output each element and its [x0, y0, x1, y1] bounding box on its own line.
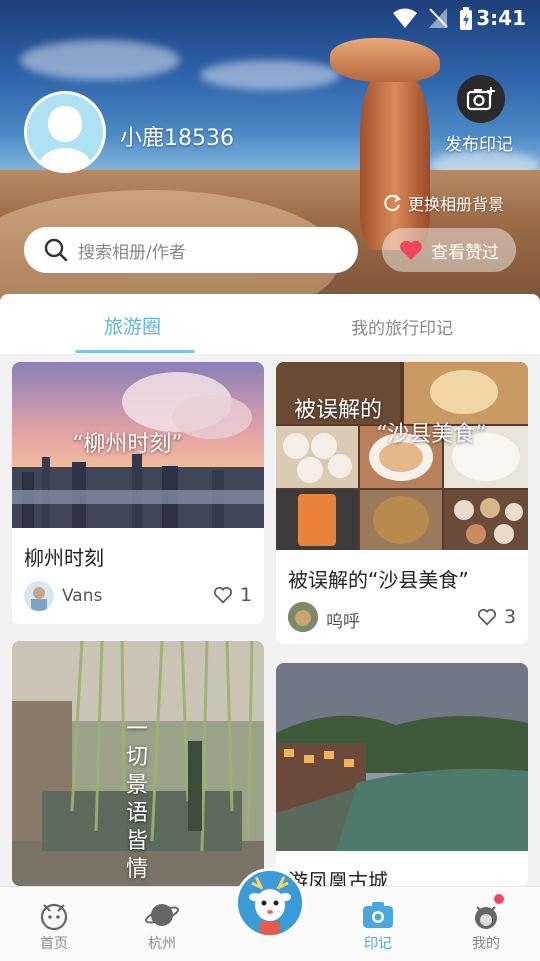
author-name[interactable]: 呜呼	[326, 607, 360, 632]
like-icon[interactable]	[213, 586, 233, 604]
default-avatar-icon	[39, 106, 91, 170]
card-overlay-text: “沙县美食”	[376, 422, 487, 447]
notification-dot	[494, 894, 504, 904]
heart-icon	[400, 240, 422, 260]
like-count: 1	[240, 584, 253, 606]
active-tab-indicator	[75, 350, 195, 353]
card-overlay-text: 情	[126, 857, 149, 882]
search-icon	[44, 238, 68, 262]
tab-travel-circle[interactable]: 旅游圈	[104, 312, 161, 339]
clock: 3:41	[476, 6, 526, 30]
nav-city[interactable]: 杭州	[122, 887, 202, 961]
card-title: 游凤凰古城	[288, 869, 388, 886]
search-placeholder: 搜索相册/作者	[78, 242, 186, 263]
planet-icon	[144, 904, 180, 926]
card-photo-food-collage	[276, 362, 528, 550]
mascot-head-icon	[40, 903, 68, 931]
author-avatar-image	[31, 587, 47, 611]
wifi-icon	[393, 8, 417, 28]
nav-label: 杭州	[148, 936, 176, 952]
nav-label: 印记	[364, 936, 392, 952]
refresh-icon	[384, 194, 401, 212]
nav-home[interactable]: 首页	[14, 887, 94, 961]
rock-pillar	[360, 70, 430, 250]
rock-cap	[330, 38, 440, 82]
change-background-button[interactable]: 更换相册背景	[384, 191, 504, 215]
username: 小鹿18536	[120, 126, 234, 151]
user-avatar[interactable]	[24, 91, 106, 173]
feed-card[interactable]: 游凤凰古城	[276, 663, 528, 886]
no-signal-icon	[429, 8, 448, 28]
author-avatar[interactable]	[288, 602, 318, 632]
cloud-decoration	[200, 60, 340, 90]
card-overlay-text: 被误解的	[294, 398, 383, 423]
search-input[interactable]: 搜索相册/作者	[24, 227, 358, 273]
nav-marks[interactable]: 印记	[338, 887, 418, 961]
like-count: 3	[504, 606, 517, 628]
nav-profile[interactable]: 我的	[446, 887, 526, 961]
author-avatar[interactable]	[24, 581, 54, 611]
card-photo-ancient-town-river	[276, 663, 528, 851]
deer-mascot-icon	[238, 871, 302, 935]
card-overlay-text: “柳州时刻”	[72, 432, 183, 457]
camera-plus-icon	[466, 87, 495, 111]
card-title: 柳州时刻	[24, 546, 104, 570]
tab-bar: 旅游圈 我的旅行印记	[0, 294, 540, 354]
author-name[interactable]: Vans	[62, 586, 102, 606]
feed-card[interactable]: 一 切 景 语 皆 情	[12, 641, 264, 886]
cloud-decoration	[20, 40, 180, 80]
camera-icon	[363, 902, 393, 928]
nav-label: 我的	[472, 936, 500, 952]
tab-my-travel-marks[interactable]: 我的旅行印记	[351, 314, 453, 339]
status-bar: 3:41	[0, 0, 540, 36]
view-liked-label: 查看赞过	[431, 242, 499, 263]
feed-card[interactable]: “柳州时刻” 柳州时刻 Vans 1	[12, 362, 264, 624]
view-liked-button[interactable]: 查看赞过	[382, 228, 516, 272]
card-title: 被误解的“沙县美食”	[288, 568, 469, 592]
feed-card[interactable]: 被误解的 “沙县美食” 被误解的“沙县美食” 呜呼 3	[276, 362, 528, 644]
publish-camera-button[interactable]	[457, 75, 505, 123]
change-background-label: 更换相册背景	[408, 195, 505, 214]
like-icon[interactable]	[477, 608, 497, 626]
battery-charging-icon	[460, 7, 472, 30]
nav-label: 首页	[40, 936, 68, 952]
author-avatar-image	[288, 602, 318, 632]
nav-center-mascot-button[interactable]	[235, 868, 305, 938]
publish-label[interactable]: 发布印记	[445, 130, 513, 155]
